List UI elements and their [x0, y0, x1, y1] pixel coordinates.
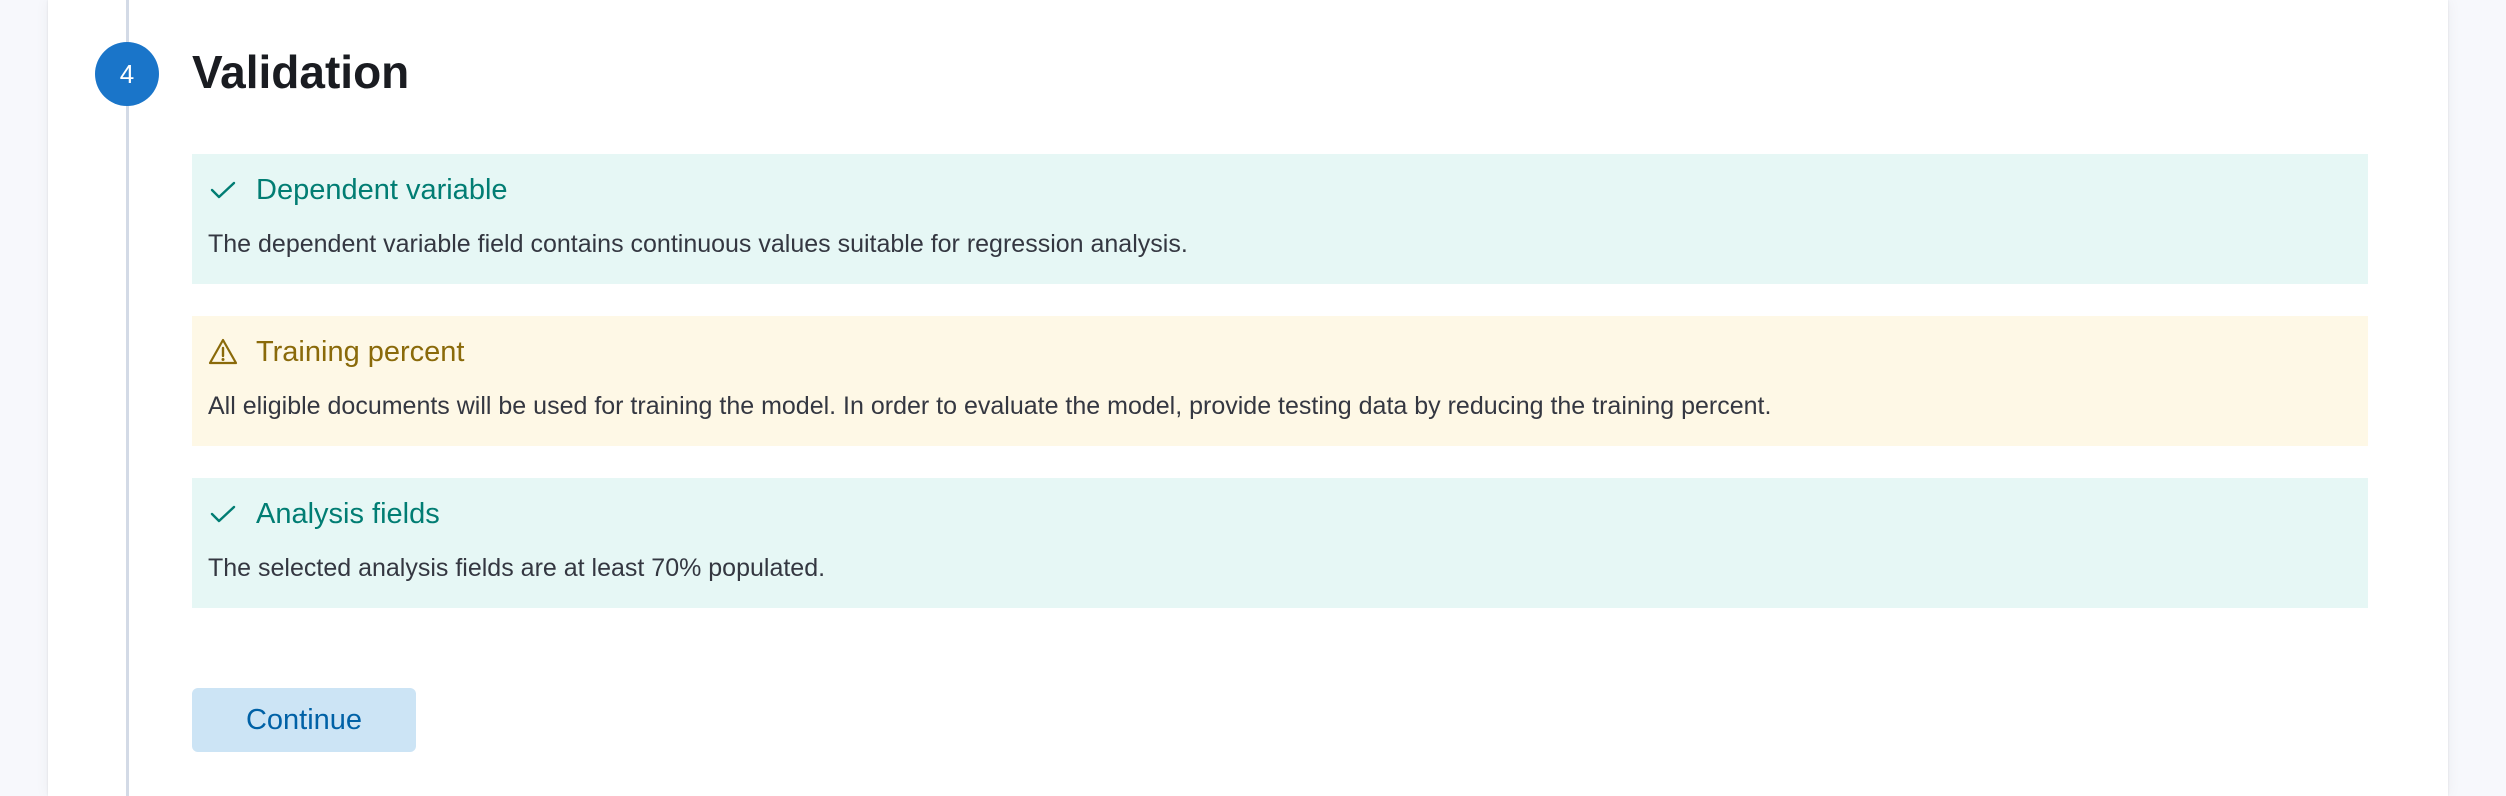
- callout-header: Dependent variable: [208, 170, 508, 210]
- callout-title: Training percent: [256, 335, 465, 368]
- check-icon: [208, 499, 238, 529]
- callout-dependent-variable: Dependent variable The dependent variabl…: [192, 154, 2368, 284]
- callout-title: Analysis fields: [256, 497, 440, 530]
- continue-button[interactable]: Continue: [192, 688, 416, 752]
- callout-training-percent: Training percent All eligible documents …: [192, 316, 2368, 446]
- callout-body: The selected analysis fields are at leas…: [208, 554, 826, 582]
- warning-icon: [208, 337, 238, 367]
- callout-header: Analysis fields: [208, 494, 440, 534]
- step-title: Validation: [192, 46, 410, 98]
- callout-body: All eligible documents will be used for …: [208, 392, 1772, 420]
- check-icon: [208, 175, 238, 205]
- callout-body: The dependent variable field contains co…: [208, 230, 1188, 258]
- step-connector-line: [126, 0, 129, 796]
- callout-header: Training percent: [208, 332, 464, 372]
- callout-analysis-fields: Analysis fields The selected analysis fi…: [192, 478, 2368, 608]
- step-number-badge: 4: [95, 42, 159, 106]
- callout-title: Dependent variable: [256, 173, 508, 206]
